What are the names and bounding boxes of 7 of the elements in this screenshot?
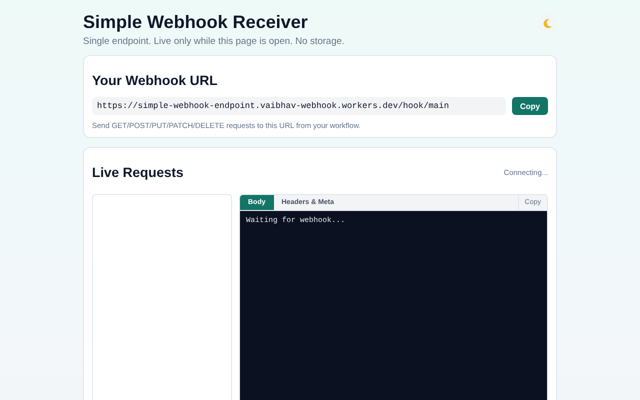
page-subtitle: Single endpoint. Live only while this page is open. No storage. — [83, 36, 344, 47]
card-title: Your Webhook URL — [92, 73, 218, 88]
moon-icon — [542, 18, 552, 28]
copy-button[interactable]: Copy — [512, 97, 548, 115]
card-title: Live Requests — [92, 165, 184, 180]
page-title: Simple Webhook Receiver — [83, 11, 309, 33]
url-field[interactable]: https://simple-webhook-endpoint.vaibhav-webhook.workers.dev/hook/main — [92, 97, 506, 115]
